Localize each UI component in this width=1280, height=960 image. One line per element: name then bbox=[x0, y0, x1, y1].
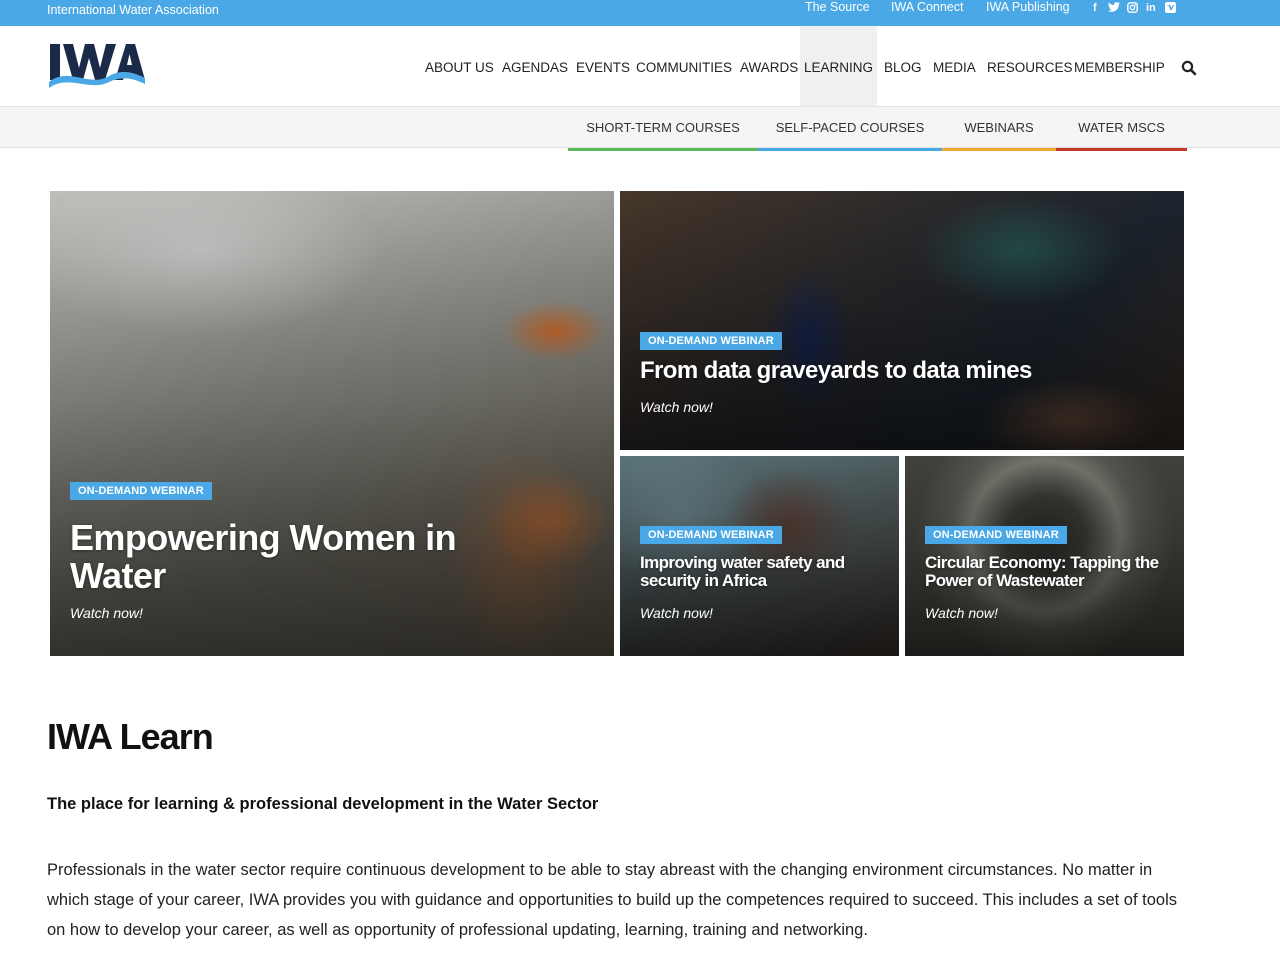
learning-subnav: SHORT-TERM COURSES SELF-PACED COURSES WE… bbox=[0, 107, 1280, 151]
nav-media[interactable]: MEDIA bbox=[933, 26, 976, 106]
subnav-label: WATER MSCS bbox=[1078, 120, 1165, 135]
search-icon[interactable] bbox=[1181, 60, 1197, 76]
feature-tile-circular-economy[interactable]: ON-DEMAND WEBINAR Circular Economy: Tapp… bbox=[905, 456, 1184, 656]
subnav-label: WEBINARS bbox=[964, 120, 1034, 135]
tile-badge: ON-DEMAND WEBINAR bbox=[640, 332, 782, 350]
link-iwa-connect[interactable]: IWA Connect bbox=[891, 0, 964, 14]
subnav-water-mscs[interactable]: WATER MSCS bbox=[1056, 107, 1187, 151]
intro-paragraph: Professionals in the water sector requir… bbox=[47, 861, 1177, 939]
nav-agendas[interactable]: AGENDAS bbox=[502, 26, 568, 106]
subnav-label: SELF-PACED COURSES bbox=[775, 120, 925, 135]
tile-title: Circular Economy: Tapping the Power of W… bbox=[925, 553, 1159, 590]
lead-text: The place for learning & professional de… bbox=[47, 795, 599, 813]
tile-title: From data graveyards to data mines bbox=[640, 357, 1032, 384]
feature-tile-data-graveyards[interactable]: ON-DEMAND WEBINAR From data graveyards t… bbox=[620, 191, 1184, 450]
link-iwa-publishing[interactable]: IWA Publishing bbox=[986, 0, 1070, 14]
subnav-self-paced-courses[interactable]: SELF-PACED COURSES bbox=[758, 107, 942, 151]
feature-tile-water-safety-africa[interactable]: ON-DEMAND WEBINAR Improving water safety… bbox=[620, 456, 899, 656]
vimeo-icon[interactable] bbox=[1165, 2, 1176, 16]
tile-watch-link[interactable]: Watch now! bbox=[640, 605, 713, 621]
nav-communities[interactable]: COMMUNITIES bbox=[636, 26, 732, 106]
tile-title: Empowering Women in Water bbox=[70, 517, 457, 596]
nav-events[interactable]: EVENTS bbox=[576, 26, 630, 106]
main-header: ABOUT US AGENDAS EVENTS COMMUNITIES AWAR… bbox=[0, 26, 1280, 107]
top-bar: International Water Association The Sour… bbox=[0, 0, 1280, 26]
nav-awards[interactable]: AWARDS bbox=[740, 26, 798, 106]
feature-tile-empowering-women[interactable]: ON-DEMAND WEBINAR Empowering Women in Wa… bbox=[50, 191, 614, 656]
instagram-icon[interactable] bbox=[1127, 2, 1138, 16]
iwa-logo[interactable] bbox=[49, 42, 145, 88]
tile-badge: ON-DEMAND WEBINAR bbox=[925, 526, 1067, 544]
subnav-webinars[interactable]: WEBINARS bbox=[942, 107, 1056, 151]
subnav-short-term-courses[interactable]: SHORT-TERM COURSES bbox=[568, 107, 758, 151]
nav-resources[interactable]: RESOURCES bbox=[987, 26, 1073, 106]
org-name: International Water Association bbox=[47, 3, 219, 17]
nav-blog[interactable]: BLOG bbox=[884, 26, 922, 106]
tile-watch-link[interactable]: Watch now! bbox=[640, 399, 713, 415]
facebook-icon[interactable]: f bbox=[1093, 2, 1097, 14]
tile-badge: ON-DEMAND WEBINAR bbox=[70, 482, 212, 500]
page-heading: IWA Learn bbox=[47, 716, 214, 757]
linkedin-icon[interactable]: in bbox=[1146, 2, 1156, 14]
nav-about-us[interactable]: ABOUT US bbox=[425, 26, 494, 106]
subnav-underline bbox=[758, 148, 942, 151]
tile-badge: ON-DEMAND WEBINAR bbox=[640, 526, 782, 544]
nav-membership[interactable]: MEMBERSHIP bbox=[1074, 26, 1165, 106]
subnav-underline bbox=[568, 148, 758, 151]
subnav-underline bbox=[942, 148, 1056, 151]
nav-learning[interactable]: LEARNING bbox=[800, 26, 877, 106]
tile-watch-link[interactable]: Watch now! bbox=[925, 605, 998, 621]
twitter-icon[interactable] bbox=[1108, 2, 1120, 16]
subnav-underline bbox=[1056, 148, 1187, 151]
tile-title: Improving water safety and security in A… bbox=[640, 553, 845, 590]
tile-watch-link[interactable]: Watch now! bbox=[70, 605, 143, 621]
subnav-label: SHORT-TERM COURSES bbox=[586, 120, 740, 135]
link-the-source[interactable]: The Source bbox=[805, 0, 870, 14]
